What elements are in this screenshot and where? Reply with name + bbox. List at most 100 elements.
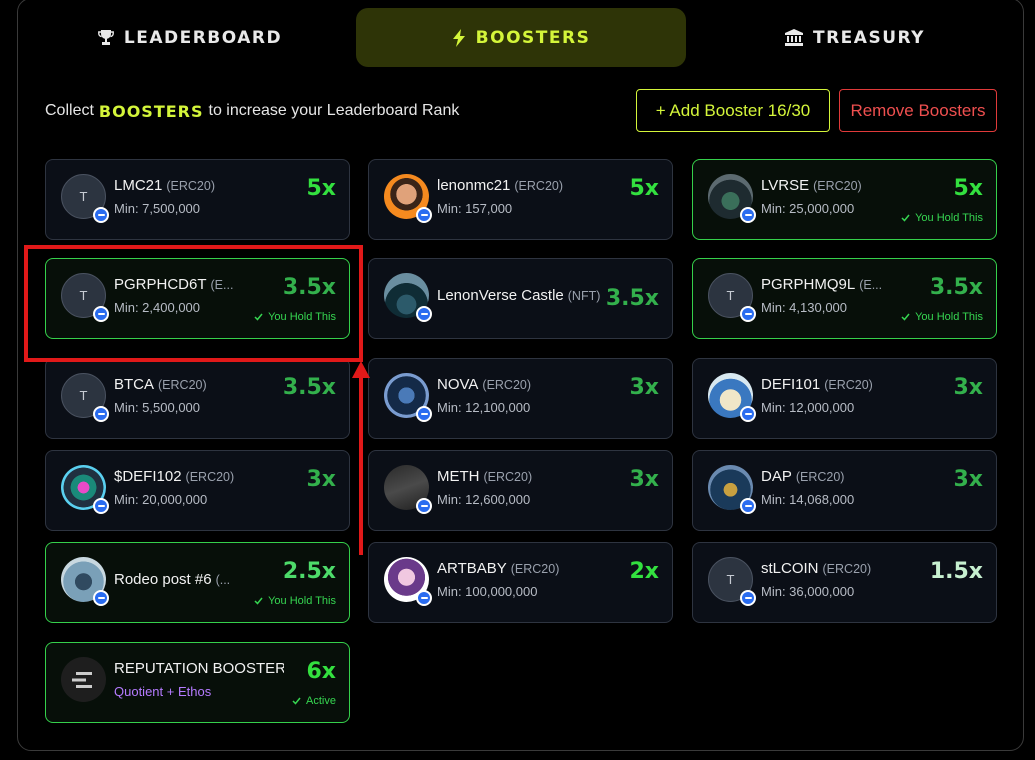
booster-name: PGRPHMQ9L (E... [761, 276, 883, 293]
booster-name: DAP (ERC20) [761, 468, 845, 485]
booster-card[interactable]: T LMC21 (ERC20) Min: 7,500,000 5x [45, 159, 350, 240]
boosters-headline: Collect BOOSTERS to increase your Leader… [45, 100, 459, 122]
booster-name: BTCA (ERC20) [114, 376, 207, 393]
minimum-holding: Min: 12,600,000 [437, 492, 531, 507]
booster-card[interactable]: DEFI101 (ERC20) Min: 12,000,000 3x [692, 358, 997, 439]
chain-badge-icon [93, 590, 109, 606]
booster-card[interactable]: METH (ERC20) Min: 12,600,000 3x [368, 450, 673, 531]
chain-badge-icon [740, 406, 756, 422]
multiplier-value: 3.5x [282, 375, 336, 400]
chain-badge-icon [740, 498, 756, 514]
minimum-holding: Min: 12,100,000 [437, 400, 531, 415]
multiplier-value: 3x [953, 375, 984, 400]
add-booster-button[interactable]: + Add Booster 16/30 [636, 89, 830, 132]
tab-treasury[interactable]: TREASURY [695, 8, 1015, 67]
headline-prefix: Collect [45, 102, 94, 119]
token-standard: (ERC20) [158, 378, 207, 392]
booster-source: Quotient + Ethos [114, 684, 212, 699]
chain-badge-icon [93, 207, 109, 223]
token-standard: (ERC20) [482, 378, 532, 392]
hold-status: You Hold This [254, 595, 336, 607]
chain-badge-icon [740, 207, 756, 223]
booster-card[interactable]: T BTCA (ERC20) Min: 5,500,000 3.5x [45, 358, 350, 439]
tab-boosters[interactable]: BOOSTERS [356, 8, 686, 67]
minimum-holding: Min: 14,068,000 [761, 492, 855, 507]
lightning-icon [452, 28, 466, 47]
token-standard: (ERC20) [483, 470, 533, 484]
chain-badge-icon [416, 406, 432, 422]
check-icon [901, 313, 910, 321]
booster-card[interactable]: $DEFI102 (ERC20) Min: 20,000,000 3x [45, 450, 350, 531]
chain-badge-icon [416, 498, 432, 514]
tab-boosters-label: BOOSTERS [475, 27, 591, 48]
token-standard: (ERC20) [824, 378, 873, 392]
headline-accent: BOOSTERS [98, 101, 204, 121]
minimum-holding: Min: 20,000,000 [114, 492, 208, 507]
minimum-holding: Min: 25,000,000 [761, 201, 855, 216]
multiplier-value: 3.5x [605, 286, 659, 311]
booster-card[interactable]: lenonmc21 (ERC20) Min: 157,000 5x [368, 159, 673, 240]
multiplier-value: 6x [306, 659, 337, 684]
multiplier-value: 5x [953, 176, 984, 201]
chain-badge-icon [740, 306, 756, 322]
multiplier-value: 3x [629, 467, 660, 492]
tab-leaderboard-label: LEADERBOARD [123, 27, 283, 48]
multiplier-value: 3x [629, 375, 660, 400]
token-standard: (... [215, 573, 231, 587]
multiplier-value: 3x [306, 467, 337, 492]
booster-card[interactable]: LenonVerse Castle (NFT) 3.5x [368, 258, 673, 339]
booster-card[interactable]: T PGRPHMQ9L (E... Min: 4,130,000 3.5x You Hol… [692, 258, 997, 339]
token-standard: (NFT) [567, 289, 601, 303]
bank-icon [785, 29, 803, 46]
multiplier-value: 3.5x [929, 275, 983, 300]
booster-name: lenonmc21 (ERC20) [437, 177, 564, 194]
booster-name: LenonVerse Castle (NFT) [437, 287, 601, 304]
booster-card[interactable]: NOVA (ERC20) Min: 12,100,000 3x [368, 358, 673, 439]
token-standard: (ERC20) [795, 470, 845, 484]
multiplier-value: 1.5x [929, 559, 983, 584]
token-standard: (ERC20) [166, 179, 215, 193]
booster-name: $DEFI102 (ERC20) [114, 468, 235, 485]
remove-boosters-button[interactable]: Remove Boosters [839, 89, 997, 132]
booster-card[interactable]: TstLCOIN (ERC20) Min: 36,000,000 1.5x [692, 542, 997, 623]
token-standard: (ERC20) [514, 179, 564, 193]
check-icon [901, 214, 910, 222]
booster-name: NOVA (ERC20) [437, 376, 532, 393]
booster-card[interactable]: ARTBABY (ERC20) Min: 100,000,000 2x [368, 542, 673, 623]
multiplier-value: 5x [306, 176, 337, 201]
hold-status: You Hold This [901, 212, 983, 224]
booster-card[interactable]: Rodeo post #6 (... 2.5x You Hold This [45, 542, 350, 623]
multiplier-value: 2x [629, 559, 660, 584]
booster-name: ARTBABY (ERC20) [437, 560, 560, 577]
check-icon [254, 597, 263, 605]
arrow-up-icon [352, 361, 370, 555]
chain-badge-icon [93, 498, 109, 514]
token-standard: (E... [859, 278, 883, 292]
booster-card[interactable]: DAP (ERC20) Min: 14,068,000 3x [692, 450, 997, 531]
reputation-icon [61, 657, 106, 702]
headline-suffix: to increase your Leaderboard Rank [208, 102, 460, 119]
booster-card[interactable]: REPUTATION BOOSTER Quotient + Ethos 6x Acti… [45, 642, 350, 723]
trophy-icon [97, 29, 114, 46]
hold-status: You Hold This [901, 311, 983, 323]
highlight-box [24, 245, 363, 362]
minimum-holding: Min: 5,500,000 [114, 400, 201, 415]
minimum-holding: Min: 100,000,000 [437, 584, 538, 599]
check-icon [292, 697, 301, 705]
tab-leaderboard[interactable]: LEADERBOARD [30, 8, 350, 67]
minimum-holding: Min: 12,000,000 [761, 400, 855, 415]
chain-badge-icon [93, 406, 109, 422]
chain-badge-icon [416, 207, 432, 223]
minimum-holding: Min: 7,500,000 [114, 201, 201, 216]
booster-name: REPUTATION BOOSTER [114, 660, 284, 677]
multiplier-value: 3x [953, 467, 984, 492]
multiplier-value: 2.5x [282, 559, 336, 584]
minimum-holding: Min: 157,000 [437, 201, 513, 216]
booster-name: Rodeo post #6 (... [114, 571, 231, 588]
multiplier-value: 5x [629, 176, 660, 201]
booster-name: LVRSE (ERC20) [761, 177, 862, 194]
chain-badge-icon [740, 590, 756, 606]
booster-card[interactable]: LVRSE (ERC20) Min: 25,000,000 5x You Hold Th… [692, 159, 997, 240]
booster-name: METH (ERC20) [437, 468, 533, 485]
token-standard: (ERC20) [510, 562, 560, 576]
